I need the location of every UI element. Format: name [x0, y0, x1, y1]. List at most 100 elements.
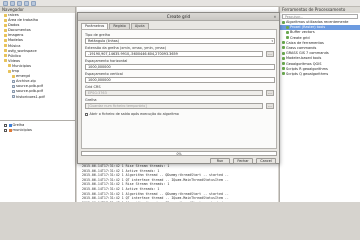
- toolbox-item-label: Modeler-based tools: [286, 56, 322, 61]
- progress-text: 0%: [176, 152, 182, 156]
- algorithm-icon: [282, 62, 285, 65]
- toolbar-button[interactable]: [24, 1, 29, 6]
- close-button[interactable]: Fechar: [233, 158, 253, 164]
- folder-icon: [4, 44, 7, 48]
- layers-list: Grelha municipios: [0, 121, 75, 133]
- grid-type-value: Retângulo (linhas): [88, 39, 119, 43]
- tree-item-label: Público: [8, 53, 21, 58]
- toolbox-title: Ferramentas de Processamento: [280, 7, 360, 13]
- hspacing-input[interactable]: 1000,000000: [85, 64, 275, 70]
- toolbox-item-label: GRASS GIS 7 commands: [286, 51, 329, 56]
- toolbar-button[interactable]: [17, 1, 22, 6]
- toolbox-item[interactable]: Scripts Q geoalgorithms: [280, 72, 360, 77]
- grid-type-select[interactable]: Retângulo (linhas) ▾: [85, 38, 275, 44]
- checkbox-icon: [85, 112, 88, 116]
- folder-icon: [4, 13, 7, 17]
- toolbox-item-label: Algoritmos utilizados recentemente: [286, 20, 349, 24]
- grid-type-label: Tipo de grelha: [85, 33, 111, 37]
- dialog-title: Create grid: [166, 14, 191, 19]
- toolbar-button[interactable]: [3, 1, 8, 6]
- toolbox-list: Algoritmos utilizados recentemente Proxel…: [280, 20, 360, 77]
- folder-icon: [4, 59, 7, 63]
- algorithm-icon: [282, 67, 285, 71]
- create-grid-dialog: Create grid ✕ Parâmetros Registo Ajuda T…: [77, 12, 280, 164]
- toolbox-item-label: Scripts R geoalgorithms: [286, 66, 328, 71]
- tree-item-label: Área de trabalho: [8, 18, 39, 23]
- toolbox-item-label: Geoalgoritmos QGIS: [286, 61, 322, 66]
- toolbox-item-label: Buffer vectors: [290, 30, 315, 35]
- layer-symbol-icon: [8, 123, 12, 127]
- algorithm-icon: [282, 46, 285, 50]
- crs-input[interactable]: EPSG:3763: [85, 90, 263, 96]
- tree-item-label: Música: [8, 43, 21, 48]
- layer-label: municipios: [12, 128, 32, 132]
- algorithm-icon: [286, 30, 289, 34]
- tree-item-label: Imagens: [8, 33, 24, 38]
- hspacing-label: Espaçamento horizontal: [85, 59, 128, 63]
- tree-item-label: source.pdb.pdf: [16, 84, 43, 89]
- toolbox-item-label: Grass commands: [286, 45, 317, 50]
- folder-icon: [4, 54, 7, 58]
- layers-panel: Grelha municipios: [0, 120, 76, 202]
- folder-icon: [8, 69, 11, 73]
- chevron-down-icon: ▾: [271, 39, 273, 43]
- crs-label: Grid CRS: [85, 85, 101, 89]
- tree-item-label: historicoes1.pdf: [16, 94, 45, 99]
- tree-item-label: raices: [8, 13, 19, 17]
- tree-item-label: emergd: [16, 74, 30, 79]
- tree-item-label: Dados: [8, 23, 20, 28]
- algorithm-icon: [286, 36, 289, 40]
- vspacing-input[interactable]: 1000,000000: [85, 77, 275, 83]
- folder-icon: [4, 49, 7, 53]
- layer-visibility-checkbox[interactable]: [4, 123, 7, 127]
- folder-icon: [12, 74, 15, 78]
- cancel-button[interactable]: Cancel: [256, 158, 276, 164]
- tree-item-label: tmp: [12, 69, 20, 74]
- file-icon: [12, 84, 15, 88]
- output-file-input[interactable]: [Guardar num ficheiro temporário]: [85, 103, 263, 109]
- toolbox-item-label: Scripts Q geoalgorithms: [286, 71, 329, 76]
- tree-item-label: osfg_workspace: [8, 48, 37, 53]
- vspacing-label: Espaçamento vertical: [85, 72, 123, 76]
- progress-bar: 0%: [81, 151, 277, 156]
- tree-item-label: Modelos: [8, 38, 23, 43]
- layer-symbol-icon: [8, 128, 12, 132]
- toolbar-button[interactable]: [31, 1, 36, 6]
- run-button[interactable]: Run: [210, 158, 230, 164]
- tree-item-label: Vídeos: [8, 58, 21, 63]
- layer-visibility-checkbox[interactable]: [4, 128, 7, 132]
- close-icon[interactable]: ✕: [273, 15, 277, 19]
- tree-item-label: source.pdb.pdf: [16, 89, 43, 94]
- folder-icon: [4, 33, 7, 37]
- file-icon: [12, 89, 15, 93]
- parameters-panel: Tipo de grelha Retângulo (linhas) ▾ Exte…: [81, 29, 277, 149]
- main-toolbar: [0, 0, 360, 7]
- extent-select-button[interactable]: …: [266, 51, 274, 57]
- toolbar-button[interactable]: [10, 1, 15, 6]
- open-output-label: Abrir o ficheiro de saída após execução …: [89, 112, 179, 116]
- tree-item[interactable]: historicoes1.pdf: [0, 95, 75, 100]
- output-browse-button[interactable]: …: [266, 103, 274, 109]
- browser-tree: raices Área de trabalho Dados Documentos Ima…: [0, 13, 75, 100]
- layer-label: Grelha: [12, 123, 25, 127]
- folder-icon: [4, 28, 7, 32]
- layer-item[interactable]: municipios: [0, 128, 75, 133]
- tree-item-label: Archive.zip: [16, 79, 36, 84]
- algorithm-icon: [282, 72, 285, 76]
- folder-icon: [4, 38, 7, 42]
- extent-input[interactable]: -19190,907,14635.9910,-5600446.604,27009…: [85, 51, 263, 57]
- extent-label: Extensão da grelha (xmin, xmax, ymin, ym…: [85, 46, 167, 50]
- folder-icon: [4, 23, 7, 27]
- file-icon: [12, 95, 15, 98]
- algorithm-icon: [282, 56, 285, 60]
- browser-panel: Navegador raices Área de trabalho Dados Doc…: [0, 7, 76, 120]
- algorithm-icon: [286, 25, 289, 29]
- toolbox-item-label: Caixa de ferramentas: [286, 40, 324, 45]
- toolbox-item-label: Create grid: [290, 35, 310, 40]
- algorithm-icon: [282, 20, 285, 24]
- algorithm-icon: [282, 41, 285, 45]
- open-output-checkbox[interactable]: Abrir o ficheiro de saída após execução …: [85, 112, 179, 116]
- toolbox-search-input[interactable]: Pesquisar...: [282, 14, 358, 19]
- processing-toolbox: Ferramentas de Processamento Pesquisar..…: [279, 7, 360, 202]
- crs-select-button[interactable]: …: [266, 90, 274, 96]
